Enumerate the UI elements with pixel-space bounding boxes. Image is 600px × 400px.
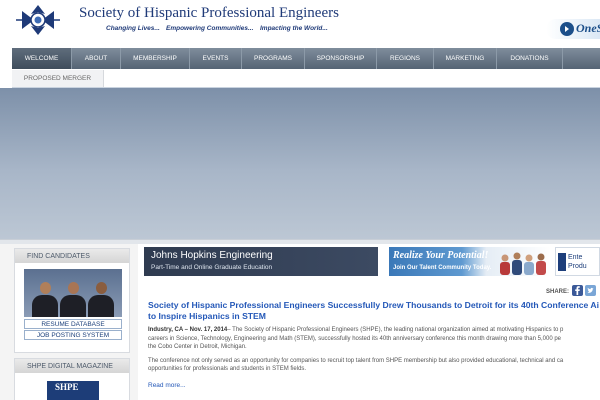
article-body: Industry, CA – Nov. 17, 2014– The Societ… — [148, 326, 600, 379]
nav-donations[interactable]: Donations — [497, 48, 563, 69]
magazine-cover-title: SHPE — [55, 382, 79, 392]
jhu-banner-title: Johns Hopkins Engineering — [151, 250, 273, 261]
magazine-box: SHPE Digital Magazine SHPE — [14, 358, 130, 400]
article-p2-line-2: opportunities for professionals and stud… — [148, 366, 307, 372]
article-headline[interactable]: Society of Hispanic Professional Enginee… — [148, 300, 600, 322]
magazine-title: SHPE Digital Magazine — [15, 359, 129, 373]
enterprise-logo-icon — [558, 253, 566, 271]
facebook-icon[interactable] — [572, 285, 583, 296]
site-header: Society of Hispanic Professional Enginee… — [0, 0, 600, 44]
candidates-photo[interactable] — [24, 269, 122, 317]
person-figure — [60, 282, 86, 317]
nav-marketing[interactable]: Marketing — [434, 48, 497, 69]
resume-database-link[interactable]: Resume Database — [24, 319, 122, 329]
johns-hopkins-banner[interactable]: Johns Hopkins Engineering Part-Time and … — [144, 247, 378, 276]
enterprise-text-2: Produ — [568, 263, 587, 270]
realize-banner-subtitle: Join Our Talent Community Today. — [393, 265, 492, 271]
site-title[interactable]: Society of Hispanic Professional Enginee… — [79, 5, 339, 22]
nav-sponsorship[interactable]: Sponsorship — [305, 48, 377, 69]
nav-events[interactable]: Events — [190, 48, 242, 69]
nav-membership[interactable]: Membership — [121, 48, 190, 69]
enterprise-text-1: Ente — [568, 254, 583, 261]
realize-banner-title: Realize Your Potential! — [393, 250, 489, 261]
realize-potential-banner[interactable]: Realize Your Potential! Join Our Talent … — [389, 247, 551, 276]
person-figure — [32, 282, 58, 317]
job-posting-system-link[interactable]: Job Posting System — [24, 330, 122, 340]
article-p1-line-2: careers in Science, Technology, Engineer… — [148, 335, 561, 342]
nav-proposed-merger[interactable]: Proposed Merger — [12, 70, 104, 87]
hero-banner — [0, 88, 600, 239]
article-p1-line-1: – The Society of Hispanic Professional E… — [227, 327, 564, 333]
nav-regions[interactable]: Regions — [377, 48, 434, 69]
find-candidates-title: Find Candidates — [15, 249, 129, 263]
main-nav: Welcome About Membership Events Programs… — [12, 48, 600, 69]
tagline-2: Empowering Communities... — [166, 25, 254, 32]
headline-line-2: to Inspire Hispanics in STEM — [148, 311, 266, 321]
headline-line-1: Society of Hispanic Professional Enginee… — [148, 300, 599, 310]
find-candidates-box: Find Candidates Resume Database Job Post… — [14, 248, 130, 353]
people-group-icon — [500, 252, 546, 275]
magazine-cover[interactable]: SHPE — [47, 381, 99, 400]
read-more-link[interactable]: Read more... — [148, 382, 186, 389]
article-p1-line-3: the Cobo Center in Detroit, Michigan. — [148, 344, 247, 350]
enterprise-banner[interactable]: Ente Produ — [555, 247, 600, 276]
person-figure — [88, 282, 114, 317]
twitter-icon[interactable] — [585, 285, 596, 296]
nav-about[interactable]: About — [72, 48, 121, 69]
tagline-1: Changing Lives... — [106, 25, 160, 32]
article-paragraph-1: Industry, CA – Nov. 17, 2014– The Societ… — [148, 326, 600, 352]
article-p2-line-1: The conference not only served as an opp… — [148, 357, 564, 364]
article-paragraph-2: The conference not only served as an opp… — [148, 357, 600, 374]
nav-welcome[interactable]: Welcome — [12, 48, 72, 69]
jhu-banner-subtitle: Part-Time and Online Graduate Education — [151, 264, 273, 271]
one-shpe-text: OneS — [576, 21, 600, 35]
shpe-logo-icon[interactable] — [14, 3, 62, 37]
article-dateline: Industry, CA – Nov. 17, 2014 — [148, 327, 228, 333]
one-shpe-badge[interactable]: OneS — [546, 19, 600, 39]
tagline-3: Impacting the World... — [260, 25, 328, 32]
share-label: Share: — [546, 289, 570, 295]
arrow-right-icon — [560, 22, 574, 36]
nav-programs[interactable]: Programs — [242, 48, 305, 69]
